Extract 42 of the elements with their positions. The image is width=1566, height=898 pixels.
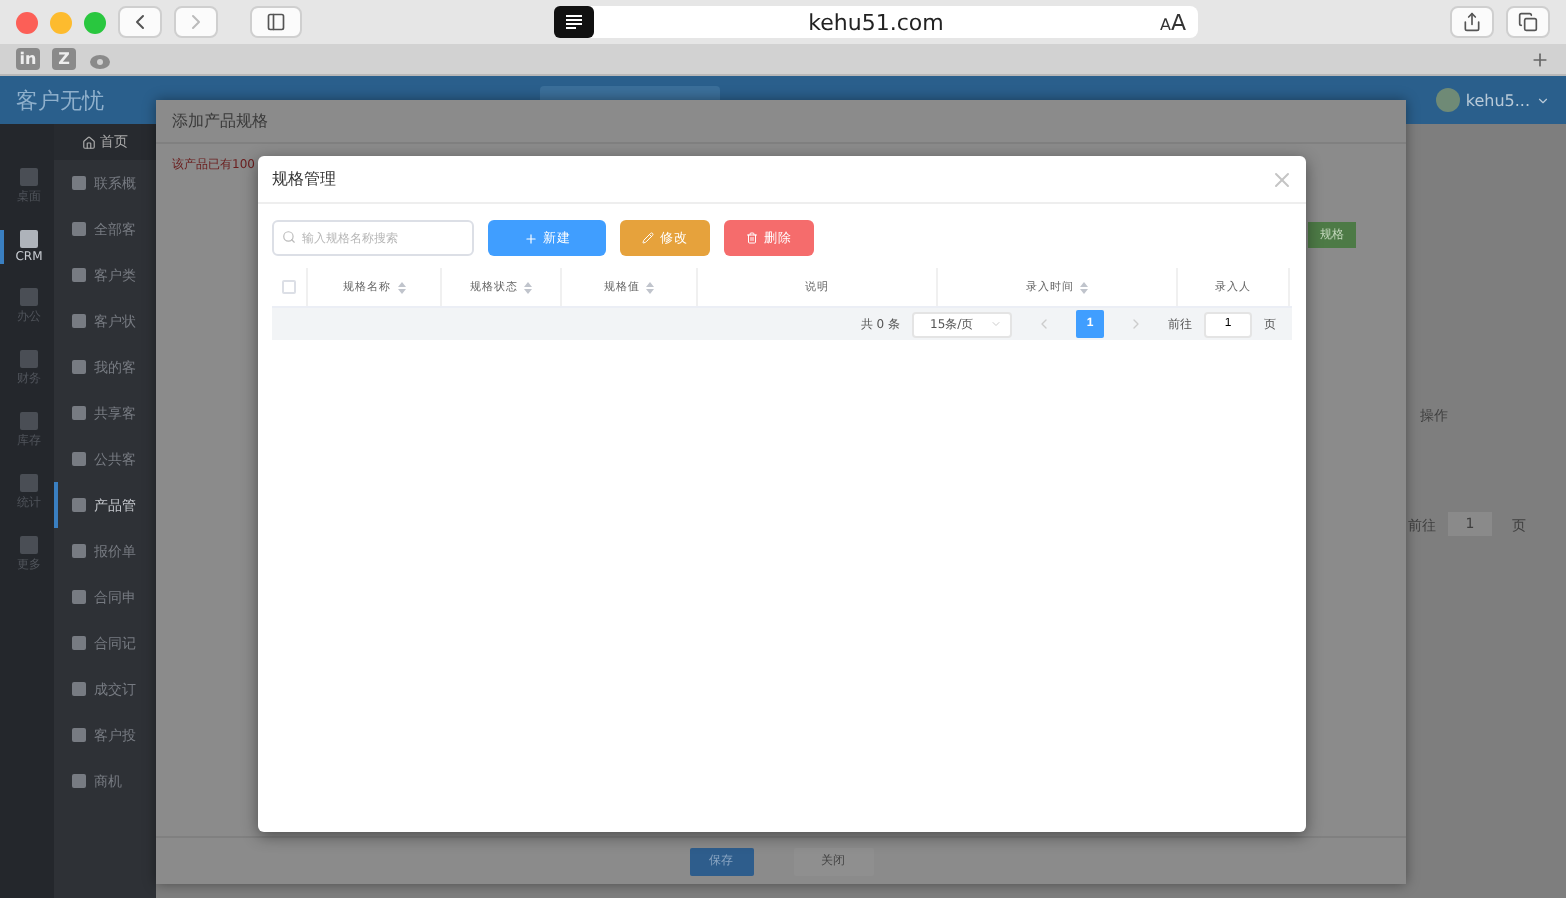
close-window-button[interactable] <box>16 11 38 33</box>
user-menu[interactable]: kehu5... <box>1435 88 1550 112</box>
tabs-icon <box>1518 12 1538 32</box>
minimize-window-button[interactable] <box>50 11 72 33</box>
share-button[interactable] <box>1450 6 1494 38</box>
share-icon <box>1462 12 1482 32</box>
next-page-button[interactable] <box>1128 316 1144 332</box>
pencil-icon <box>642 232 654 244</box>
app-title: 客户无忧 <box>16 85 104 115</box>
caret-icon <box>990 318 1002 330</box>
reader-icon <box>554 6 594 38</box>
sort-icon <box>1080 281 1088 293</box>
home-icon <box>82 135 96 149</box>
caret-icon <box>1536 93 1550 107</box>
bookmark-button[interactable]: Z <box>52 48 76 70</box>
plus-icon <box>1530 49 1550 69</box>
close-button[interactable] <box>1270 167 1294 191</box>
modal-title: 规格管理 <box>272 168 336 190</box>
trash-icon <box>746 232 758 244</box>
chevron-right-icon <box>1128 316 1144 332</box>
sort-icon <box>524 281 532 293</box>
eye-icon[interactable] <box>88 49 112 69</box>
search-icon <box>282 230 296 244</box>
tabs-button[interactable] <box>1506 6 1550 38</box>
sort-icon <box>646 281 654 293</box>
bookmark-button[interactable]: in <box>16 48 40 70</box>
back-button[interactable] <box>118 6 162 38</box>
sidebar-button[interactable] <box>250 6 302 38</box>
text-size-button[interactable]: AA <box>1159 9 1186 35</box>
previous-page-button[interactable] <box>1036 316 1052 332</box>
avatar-icon <box>1435 88 1460 112</box>
plus-icon <box>523 231 537 245</box>
address-bar[interactable]: kehu51.com AA <box>554 6 1198 38</box>
sort-icon <box>397 281 405 293</box>
sidebar-icon <box>266 12 286 32</box>
chevron-left-icon <box>1036 316 1052 332</box>
checkbox[interactable] <box>282 280 296 294</box>
new-tab-button[interactable] <box>1530 49 1550 69</box>
dialog-title: 添加产品规格 <box>172 110 268 132</box>
zoom-window-button[interactable] <box>84 11 106 33</box>
forward-button[interactable] <box>174 6 218 38</box>
close-icon <box>1270 167 1294 191</box>
